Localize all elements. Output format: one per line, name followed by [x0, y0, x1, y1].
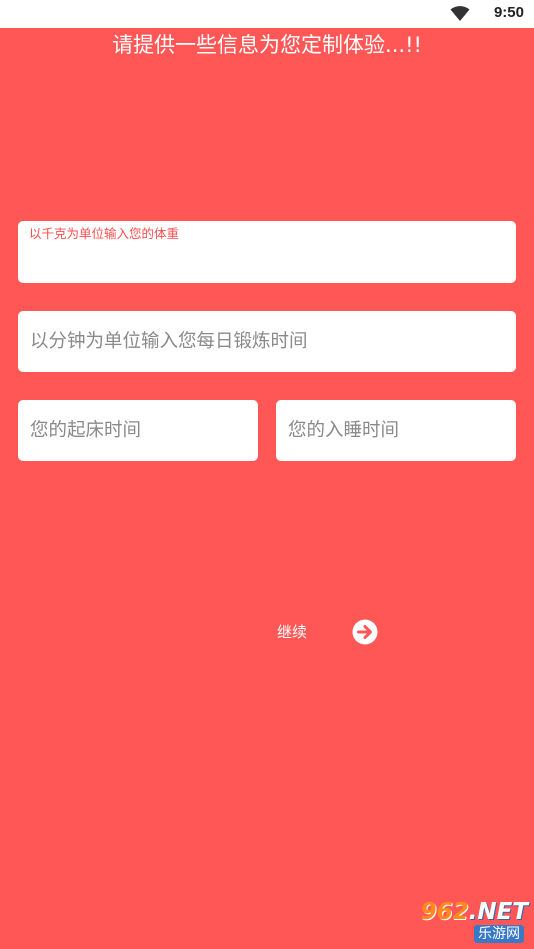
site-watermark: 962.NET 乐游网 [400, 899, 528, 945]
wake-time-field[interactable]: 您的起床时间 [18, 400, 258, 461]
status-bar: 9:50 [0, 0, 534, 28]
watermark-number: 962 [420, 899, 469, 925]
watermark-logo: 962.NET [400, 899, 528, 925]
status-time: 9:50 [493, 4, 524, 21]
watermark-domain: .NET [468, 899, 528, 925]
exercise-time-placeholder: 以分钟为单位输入您每日锻炼时间 [30, 331, 308, 352]
wifi-icon [450, 6, 470, 21]
weight-field-label: 以千克为单位输入您的体重 [29, 226, 180, 241]
weight-field[interactable]: 以千克为单位输入您的体重 [18, 221, 516, 283]
page-title: 请提供一些信息为您定制体验...!! [112, 33, 422, 57]
sleep-time-field[interactable]: 您的入睡时间 [276, 400, 516, 461]
wake-time-placeholder: 您的起床时间 [30, 420, 142, 441]
sleep-time-placeholder: 您的入睡时间 [288, 420, 400, 441]
arrow-right-circle-icon[interactable] [352, 619, 378, 645]
watermark-site-name: 乐游网 [474, 925, 524, 943]
continue-button[interactable]: 继续 [277, 621, 307, 642]
exercise-time-field[interactable]: 以分钟为单位输入您每日锻炼时间 [18, 311, 516, 372]
